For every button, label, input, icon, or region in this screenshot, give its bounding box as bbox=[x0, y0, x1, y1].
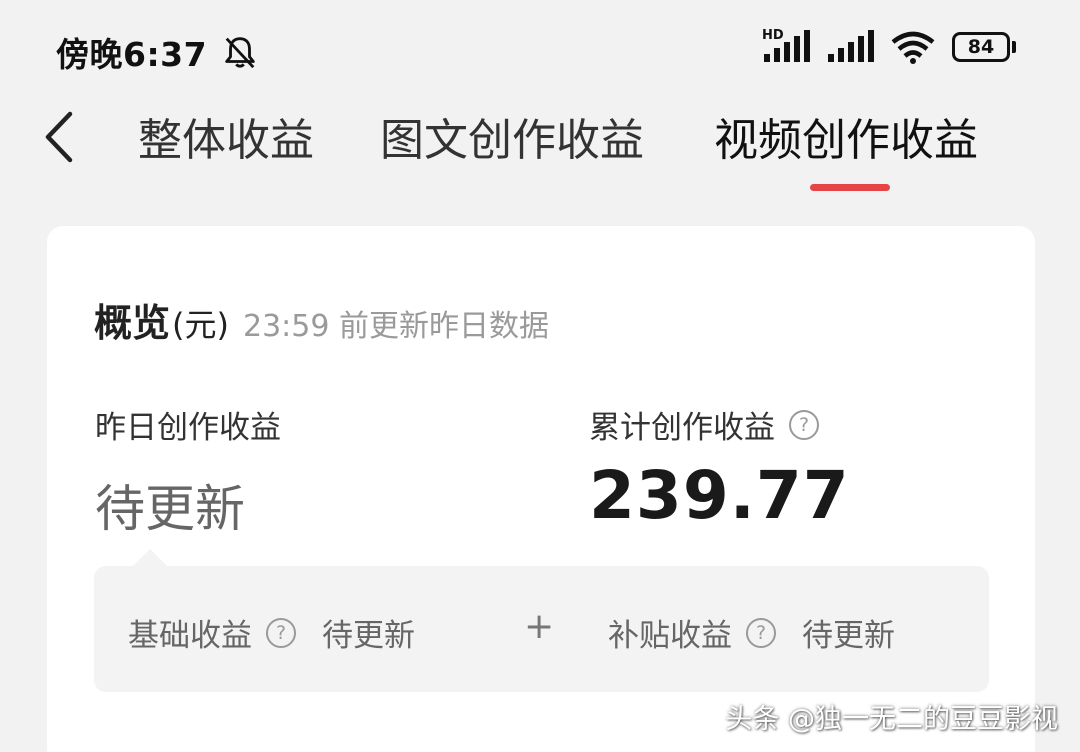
battery-cap bbox=[1012, 41, 1016, 53]
yesterday-income-value: 待更新 bbox=[95, 480, 245, 538]
cellular-signal-icon: HD bbox=[762, 28, 810, 64]
battery-level: 84 bbox=[952, 32, 1010, 62]
yesterday-income-label: 昨日创作收益 bbox=[95, 410, 281, 446]
base-income: 基础收益 ? 待更新 bbox=[128, 610, 415, 655]
overview-title: 概览 bbox=[94, 301, 171, 345]
base-income-label: 基础收益 bbox=[128, 618, 252, 654]
tab-video-income[interactable]: 视频创作收益 bbox=[714, 104, 978, 168]
help-circle-icon[interactable]: ? bbox=[266, 617, 296, 648]
status-icons: HD 84 bbox=[762, 28, 1016, 64]
app-screen: 傍晚6:37 HD 84 整体收益 图文创作收益 视频创作收益 概览 (元) 2… bbox=[0, 0, 1080, 752]
cumulative-income: 累计创作收益 ? 239.77 bbox=[589, 402, 850, 534]
income-breakdown: 基础收益 ? 待更新 + 补贴收益 ? 待更新 bbox=[94, 549, 989, 692]
tab-header: 整体收益 图文创作收益 视频创作收益 bbox=[0, 96, 1080, 206]
overview-header: 概览 (元) 23:59 前更新昨日数据 bbox=[94, 292, 549, 347]
breakdown-pointer bbox=[133, 549, 167, 583]
status-bar: 傍晚6:37 HD 84 bbox=[0, 0, 1080, 96]
active-tab-indicator bbox=[810, 184, 890, 191]
yesterday-income: 昨日创作收益 待更新 bbox=[95, 402, 281, 541]
status-time: 傍晚6:37 bbox=[56, 35, 208, 74]
watermark: 头条 @独一无二的豆豆影视 bbox=[725, 704, 1058, 735]
cumulative-income-value: 239.77 bbox=[589, 457, 850, 534]
subsidy-income-value: 待更新 bbox=[802, 618, 895, 654]
chevron-left-icon[interactable] bbox=[38, 108, 86, 166]
help-circle-icon[interactable]: ? bbox=[789, 409, 819, 440]
subsidy-income: 补贴收益 ? 待更新 bbox=[608, 610, 895, 655]
base-income-value: 待更新 bbox=[322, 618, 415, 654]
status-time-group: 傍晚6:37 bbox=[56, 28, 259, 76]
subsidy-income-label: 补贴收益 bbox=[608, 618, 732, 654]
plus-sign: + bbox=[524, 606, 555, 647]
cumulative-income-label-row: 累计创作收益 ? bbox=[589, 402, 850, 447]
wifi-icon bbox=[891, 31, 935, 64]
tab-overall-income[interactable]: 整体收益 bbox=[138, 104, 314, 168]
overview-card: 概览 (元) 23:59 前更新昨日数据 昨日创作收益 待更新 累计创作收益 ?… bbox=[47, 226, 1035, 752]
tab-article-income[interactable]: 图文创作收益 bbox=[380, 104, 644, 168]
cellular-signal-2-icon bbox=[828, 30, 874, 62]
help-circle-icon[interactable]: ? bbox=[746, 617, 776, 648]
battery-icon: 84 bbox=[952, 32, 1016, 62]
overview-unit: (元) bbox=[172, 306, 229, 344]
bell-off-icon bbox=[225, 37, 255, 69]
overview-subtitle: 23:59 前更新昨日数据 bbox=[243, 309, 549, 344]
cumulative-income-label: 累计创作收益 bbox=[589, 410, 775, 446]
